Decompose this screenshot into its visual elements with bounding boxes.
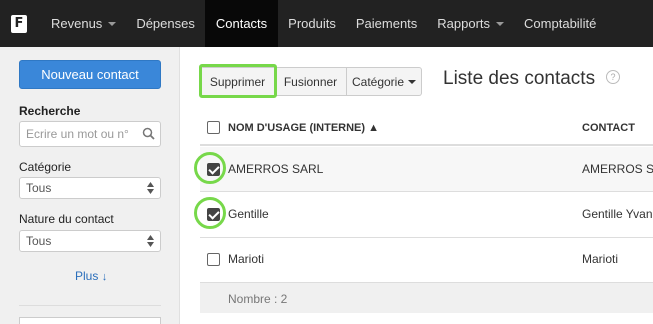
search-label: Recherche [19, 104, 81, 118]
help-icon[interactable]: ? [606, 70, 620, 84]
nav-item-revenus[interactable]: Revenus [41, 0, 126, 47]
caret-down-icon [408, 79, 417, 84]
row-name[interactable]: AMERROS SARL [228, 162, 323, 176]
top-navbar: F Revenus Dépenses Contacts Produits Pai… [0, 0, 653, 47]
row-count: Nombre : 2 [228, 292, 288, 306]
row-contact: AMERROS S [582, 162, 653, 176]
nav-item-label: Rapports [437, 16, 491, 31]
nav-item-produits[interactable]: Produits [278, 0, 346, 47]
row-contact: Marioti [582, 252, 619, 266]
row-checkbox[interactable] [207, 253, 220, 266]
arrow-down-icon: ↓ [101, 271, 108, 283]
nav-item-label: Revenus [51, 16, 103, 31]
delete-button-highlight [199, 64, 277, 98]
app-logo[interactable]: F [11, 14, 27, 33]
nature-label: Nature du contact [19, 212, 114, 226]
search-input[interactable]: Ecrire un mot ou n° [19, 121, 161, 147]
table-row[interactable]: Marioti Marioti [200, 238, 653, 283]
nature-select[interactable]: Tous [19, 230, 161, 252]
caret-down-icon [496, 21, 505, 26]
nav-item-depenses[interactable]: Dépenses [126, 0, 205, 47]
category-select-value: Tous [26, 181, 52, 195]
category-dropdown-button[interactable]: Catégorie [347, 67, 422, 96]
column-header-name[interactable]: NOM D'USAGE (INTERNE) ▲ [228, 122, 379, 134]
nav-item-label: Produits [288, 16, 336, 31]
select-arrows-icon [147, 182, 154, 194]
category-dropdown-label: Catégorie [351, 74, 405, 89]
more-filters-label: Plus [75, 269, 99, 283]
search-icon[interactable] [142, 127, 155, 140]
nav-item-label: Paiements [355, 16, 418, 31]
search-placeholder: Ecrire un mot ou n° [26, 127, 129, 141]
nature-select-value: Tous [26, 234, 52, 248]
table-header-row: NOM D'USAGE (INTERNE) ▲ CONTACT [200, 110, 653, 146]
nav-item-contacts[interactable]: Contacts [204, 0, 279, 47]
nav-item-label: Contacts [215, 16, 268, 31]
row-name[interactable]: Marioti [228, 252, 264, 266]
nav-item-comptabilite[interactable]: Comptabilité [514, 0, 606, 47]
column-header-contact[interactable]: CONTACT [582, 122, 635, 134]
select-all-checkbox[interactable] [207, 121, 220, 134]
category-select[interactable]: Tous [19, 177, 161, 199]
row-contact: Gentille Yvan [582, 207, 653, 221]
category-label: Catégorie [19, 160, 72, 174]
more-filters-link[interactable]: Plus ↓ [75, 269, 107, 283]
caret-down-icon [108, 21, 117, 26]
checkbox-highlight-circle [194, 197, 226, 229]
sidebar-box [19, 317, 161, 324]
sidebar-divider [19, 305, 161, 306]
merge-button[interactable]: Fusionner [275, 67, 347, 96]
select-arrows-icon [147, 235, 154, 247]
nav-item-label: Comptabilité [524, 16, 597, 31]
page-title: Liste des contacts [443, 68, 596, 89]
new-contact-button[interactable]: Nouveau contact [19, 60, 161, 89]
checkbox-highlight-circle [194, 152, 226, 184]
nav-item-rapports[interactable]: Rapports [427, 0, 514, 47]
nav-item-label: Dépenses [136, 16, 195, 31]
nav-item-paiements[interactable]: Paiements [346, 0, 427, 47]
row-name[interactable]: Gentille [228, 207, 269, 221]
sidebar: Nouveau contact Recherche Ecrire un mot … [0, 47, 180, 324]
table-row[interactable]: AMERROS SARL AMERROS S [200, 147, 653, 192]
table-row[interactable]: Gentille Gentille Yvan [200, 193, 653, 238]
table-footer: Nombre : 2 [200, 283, 653, 313]
